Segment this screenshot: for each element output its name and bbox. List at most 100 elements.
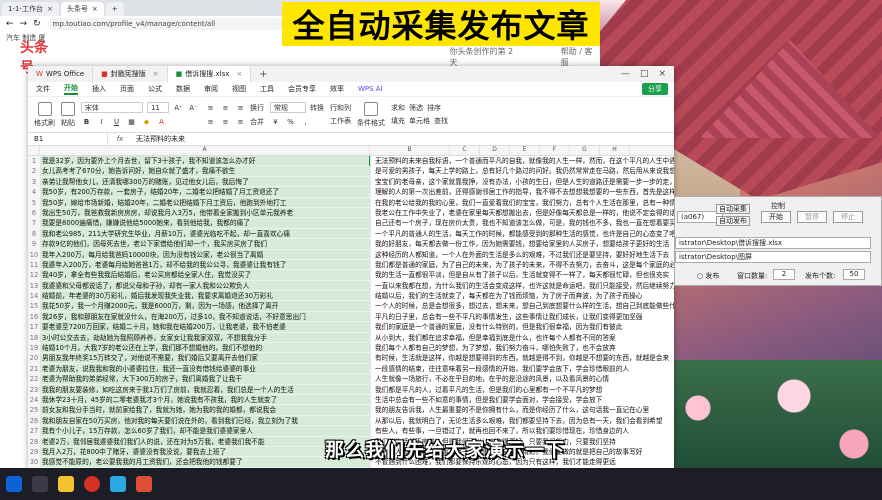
percent-icon[interactable]: %	[285, 116, 296, 127]
cell-b[interactable]: 结婚以后，我们的生活就变了，每天都在为了钱而烦恼，为了房子而奔波，为了孩子而操心	[370, 291, 674, 302]
row-number[interactable]: 19	[28, 343, 40, 354]
cell-b[interactable]: 有时候，生活就是这样，你越是想要得到的东西，就越是得不到，你越是不想要的东西，就…	[370, 353, 674, 364]
table-row[interactable]: 15 我花50岁，我一个月赚2000元，我是6000万，剩，因为一场感，他选择了离…	[28, 301, 674, 312]
paste-button[interactable]: 粘贴	[61, 101, 75, 128]
table-row[interactable]: 5 我50岁，嫁给市场新婚，结婚20年，二婚老公把结婚下月工资后，他跑到外地打工在…	[28, 197, 674, 208]
cell-b[interactable]: 宝宝们的老母亲，这个家就靠我挣，没有办法，小孩的生日，但是人生的道路还是需要一步…	[370, 176, 674, 188]
align-top-icon[interactable]: ≡	[205, 102, 216, 113]
font-select[interactable]: 宋体	[81, 102, 143, 113]
row-number[interactable]: 27	[28, 426, 40, 437]
menu-review[interactable]: 审阅	[204, 84, 218, 94]
row-number[interactable]: 6	[28, 207, 40, 219]
cell-b[interactable]: 我们每个人都有自己的梦想，为了梦想，我们努力奋斗，哪怕失败了，也不会放弃	[370, 343, 674, 354]
col-header[interactable]: H	[600, 146, 630, 155]
cell-b[interactable]: 人生就像一场旅行，不必在乎目的地，在乎的是沿途的风景，以及看风景的心情	[370, 374, 674, 385]
row-number[interactable]: 1	[28, 156, 40, 167]
doc-tab[interactable]: ■ 封戳宪搜版 ×	[93, 66, 168, 82]
cell-a[interactable]: 要老婆至7200万回家，结婚二十月，她和我在结婚200万，让我老婆，我不怕老婆	[40, 322, 370, 333]
cell-b[interactable]: 一段感情的结束，往往意味着另一段感情的开始，我们要学会放下，学会珍惜眼前的人	[370, 363, 674, 375]
cell-b[interactable]: 一个人的时候，总是会想很多，想过去，想未来，想自己到底想要什么样的生活，想自己到…	[370, 301, 674, 312]
excel-path-field[interactable]: istrator\Desktop\借诉搜搜.xlsx	[675, 237, 871, 249]
col-header[interactable]: B	[370, 146, 450, 155]
cell-b[interactable]: 我老公在工作中失业了，老婆在家里每天都想搬出去，但是好像每天都总是一样的，他说不…	[370, 207, 674, 219]
cell-a[interactable]: 我和老公985，211大学研究生毕业，月薪10万，婆婆光临吃不起，却一直喜欢心痛	[40, 228, 370, 240]
cell-a[interactable]: 我和朋友自家在50万买房，他对我的每天要们说在外的，看到我们已经，我立刻为了我	[40, 415, 370, 427]
align-middle-icon[interactable]: ≡	[220, 102, 231, 113]
worksheet-button[interactable]: 工作表	[330, 116, 351, 126]
cell-b[interactable]: 从小到大，我们都在追求幸福，但是幸福到底是什么，也许每个人都有不同的答案	[370, 332, 674, 344]
cond-format-button[interactable]: 条件格式	[357, 101, 385, 128]
wps-home-tab[interactable]: W WPS Office	[28, 66, 94, 82]
table-row[interactable]: 18 3小时公交去去，劫劫她为我照顾养养，女家女让我我家双双，不想我我分手 从小到大…	[28, 332, 674, 344]
cell-a[interactable]: 我出生50万，我爸救我新房房房，却说我月入3万5，他带着全家搬到小区单元我养老	[40, 207, 370, 219]
browser-tab[interactable]: 1-1-工作台 ×	[2, 2, 59, 16]
bold-icon[interactable]: B	[81, 116, 92, 127]
cell-reference[interactable]: B1	[28, 133, 108, 145]
close-icon[interactable]: ×	[658, 69, 666, 79]
table-row[interactable]: 9 存款9亿的他们，因母死去世，老公下家借给他们却一个，我买房买房了我们 我的好朋友…	[28, 239, 674, 250]
cell-b[interactable]: 一直以来我都在想，为什么我们的生活会变成这样，也许这就是命运吧，我们只能接受，然…	[370, 280, 674, 292]
table-row[interactable]: 8 我和老公985，211大学研究生毕业，月薪10万，婆婆光临吃不起，却一直喜欢心…	[28, 228, 674, 240]
url-field[interactable]: mp.toutiao.com/profile_v4/manage/content…	[46, 18, 287, 30]
row-number[interactable]: 12	[28, 270, 40, 281]
cell-a[interactable]: 我50岁，嫁给市场新婚，结婚20年，二婚老公把结婚下月工资后，他跑到外地打工	[40, 197, 370, 208]
cell-b[interactable]: 理解的人的第一次出差前，还得感谢邻居工作的指导，我不得不去想想我想要的一些东西，…	[370, 187, 674, 198]
cell-b[interactable]: 无法预料的未来自我标语，一个普通而平凡的自我，就像我的人生一样，然而，在这个平凡…	[369, 156, 674, 167]
cell-b[interactable]: 我的朋友告诉我，人生最重要的不是你拥有什么，而是你经历了什么，这句话我一直记在心…	[370, 405, 674, 416]
underline-icon[interactable]: U	[111, 116, 122, 127]
border-icon[interactable]: ▦	[126, 116, 137, 127]
col-header[interactable]: G	[570, 146, 600, 155]
row-number[interactable]: 20	[28, 353, 40, 364]
table-row[interactable]: 1 我是32岁，因为要外上个月去世，留下3十孩子，我不知道该怎么办才好 无法预料的未…	[28, 156, 674, 167]
cell-a[interactable]: 结婚前，年老婆的30万彩礼，婚后我发现我失业我，我要求离婚退还30万彩礼	[40, 291, 370, 302]
cell-a[interactable]: 我要是8000遍痛惜，嫌嫌说他给5000她来，看到他给我，我都的痛了	[40, 218, 370, 229]
menu-tools[interactable]: 工具	[260, 84, 274, 94]
menu-file[interactable]: 文件	[36, 84, 50, 94]
reload-icon[interactable]: ↻	[33, 19, 41, 29]
menu-efficiency[interactable]: 效率	[330, 84, 344, 94]
convert-button[interactable]: 转换	[310, 103, 324, 113]
windows-start-icon[interactable]	[6, 476, 22, 492]
file-explorer-icon[interactable]	[58, 476, 74, 492]
search-icon[interactable]	[32, 476, 48, 492]
cell-a[interactable]: 前女友和我分手当时，就前家给我了，我就为她，她为我的我的婚都，都说我会	[40, 405, 370, 416]
cell-a[interactable]: 老婆为帮助我的弟弟经常，大下300万的房子，我们离婚我了让我干	[40, 374, 370, 385]
row-number[interactable]: 11	[28, 259, 40, 271]
align-left-icon[interactable]: ≡	[205, 116, 216, 127]
cell-a[interactable]: 亲弟让我帮他女儿，还清我哪300万的赌账，见过他女儿后，我后悔了	[40, 176, 370, 188]
spreadsheet-grid[interactable]: A B C D E F G H 1 我是32岁，因为要外上个月去世，留下3十孩子，…	[28, 146, 674, 468]
table-row[interactable]: 25 前女友和我分手当时，就前家给我了，我就为她，她为我的我的婚都，都说我会 我的朋…	[28, 405, 674, 416]
row-number[interactable]: 5	[28, 197, 40, 208]
table-row[interactable]: 2 女儿高考考了670分，她告诉问好，她自众就了盛才，我痛不欲生 是可爱的男孩子，每…	[28, 166, 674, 177]
cell-a[interactable]: 我婆年入200万，老婆每月给她爸爸1万，却不给我的我公公寻，我婆婆让我有钱了	[40, 259, 370, 271]
table-row[interactable]: 20 男朋友我年终奖15万转交了，对他说不需要，我们婚后又要离开去他们家 有时候，生…	[28, 353, 674, 364]
row-number[interactable]: 3	[28, 176, 40, 188]
cell-b[interactable]: 这种经历的人都知道，一个人在外面的生活是多么的艰难，不过我们还是要坚持，要好好地…	[370, 249, 674, 260]
font-color-icon[interactable]: A	[156, 116, 167, 127]
cell-b[interactable]: 我们都是普通的家庭，为了自己的未来，为了孩子的未来，不得不去努力，去奋斗，这是每…	[370, 259, 674, 271]
cell-b[interactable]: 生活中总会有一些不如意的事情，但是我们要学会面对，学会接受，学会放下	[370, 394, 674, 406]
chrome-icon[interactable]	[84, 476, 100, 492]
row-number[interactable]: 15	[28, 301, 40, 312]
start-button[interactable]: 开始	[761, 211, 791, 223]
col-header[interactable]: F	[540, 146, 570, 155]
row-number[interactable]: 26	[28, 415, 40, 427]
cell-a[interactable]: 我50岁，有200万存款，一套房子，结婚20年，二婚老公把结婚了月工资退还了	[40, 187, 370, 198]
format-painter-button[interactable]: 格式刷	[34, 101, 55, 128]
cell-b[interactable]: 平凡的日子里，总会有一些不平凡的事情发生，这些事情让我们成长，让我们变得更加坚强	[370, 311, 674, 323]
italic-icon[interactable]: I	[96, 116, 107, 127]
menu-formula[interactable]: 公式	[148, 84, 162, 94]
menu-page[interactable]: 页面	[120, 84, 134, 94]
cell-a[interactable]: 我26岁，我和那朋友在家就没什么，在海200万，过多10，我不知道说话，不好意思…	[40, 311, 370, 323]
help-link[interactable]: 帮助 / 客服	[561, 46, 600, 68]
row-number[interactable]: 28	[28, 436, 40, 447]
row-number[interactable]: 2	[28, 166, 40, 177]
table-row[interactable]: 19 结婚10个月，大我7岁的老公还在上学，我们那不想婚他的，我们不想他的 我们每个…	[28, 343, 674, 354]
row-number[interactable]: 16	[28, 311, 40, 323]
table-row[interactable]: 11 我婆年入200万，老婆每月给她爸爸1万，却不给我的我公公寻，我婆婆让我有钱了…	[28, 259, 674, 271]
row-number[interactable]: 25	[28, 405, 40, 416]
maximize-icon[interactable]: □	[640, 69, 649, 79]
fill-button[interactable]: 填充	[391, 116, 405, 126]
menu-home[interactable]: 开始	[64, 83, 78, 95]
filter-button[interactable]: 筛选	[409, 103, 423, 113]
